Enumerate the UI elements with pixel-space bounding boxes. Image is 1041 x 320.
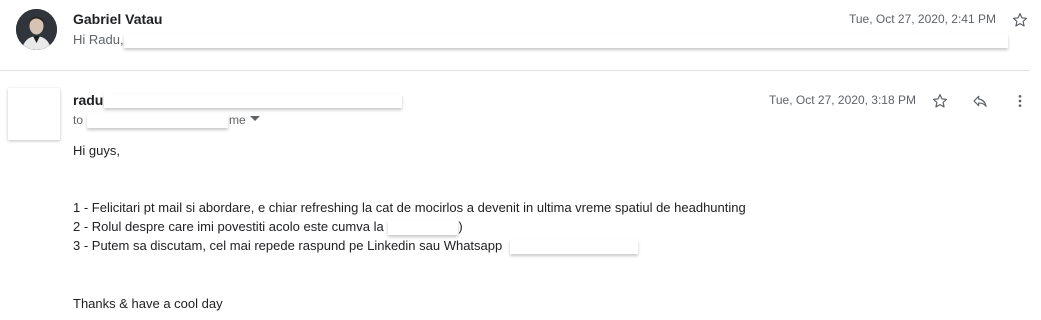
- sender-name[interactable]: Gabriel Vatau: [73, 11, 162, 27]
- caret-down-icon: [250, 116, 260, 121]
- star-outline-icon: [932, 94, 948, 108]
- redaction-block: [510, 240, 638, 254]
- body-line-2-text: 2 - Rolul despre care imi povestiti acol…: [73, 219, 384, 234]
- message-divider: [0, 70, 1030, 71]
- message-date: Tue, Oct 27, 2020, 2:41 PM: [849, 12, 996, 26]
- star-outline-icon: [1012, 13, 1028, 27]
- more-options-button[interactable]: [1010, 91, 1030, 111]
- star-button[interactable]: [930, 91, 950, 111]
- star-button[interactable]: [1010, 10, 1030, 30]
- reply-button[interactable]: [970, 91, 990, 111]
- avatar-radu[interactable]: [8, 88, 60, 140]
- body-line-3: 3 - Putem sa discutam, cel mai repede ra…: [73, 238, 503, 253]
- sender-name[interactable]: radu: [73, 92, 103, 108]
- message-date: Tue, Oct 27, 2020, 3:18 PM: [769, 93, 916, 107]
- reply-icon: [973, 95, 987, 107]
- redaction-block: [87, 114, 228, 128]
- body-signoff: Thanks & have a cool day: [73, 296, 223, 311]
- recipient-me: me: [229, 113, 246, 127]
- body-line-1: 1 - Felicitari pt mail si abordare, e ch…: [73, 200, 746, 215]
- redaction-block: [104, 94, 402, 108]
- person-photo-icon: [16, 9, 57, 50]
- more-vert-icon: [1018, 95, 1022, 107]
- avatar-gabriel[interactable]: [16, 9, 57, 50]
- show-details-button[interactable]: [248, 111, 262, 127]
- message-snippet: Hi Radu,: [73, 32, 124, 47]
- redaction-block: [388, 221, 458, 235]
- redaction-block: [124, 34, 1008, 48]
- body-greeting: Hi guys,: [73, 143, 120, 158]
- recipient-prefix: to: [73, 113, 84, 127]
